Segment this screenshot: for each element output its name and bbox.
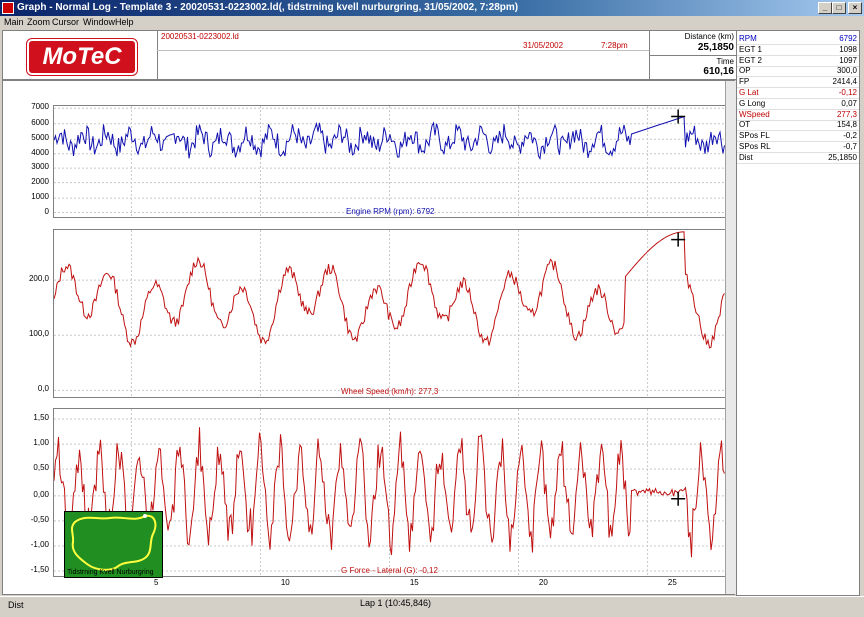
log-header: MoTeC 20020531-0223002.ld 31/05/2002 7:2… [2,30,736,80]
channel-value: 300,0 [836,66,857,76]
channel-name: EGT 2 [739,55,762,65]
channel-value: -0,2 [843,131,857,141]
channel-name: Dist [739,152,753,162]
channel-name: G Lat [739,88,759,97]
y-tick-label: 6000 [31,117,49,127]
channel-value: 1098 [839,44,857,54]
channel-value: -0,12 [838,88,857,97]
y-tick-label: 1,50 [33,413,49,423]
log-filename: 20020531-0223002.ld [161,32,239,41]
title-bar: Graph - Normal Log - Template 3 - 200205… [0,0,864,16]
y-tick-label: 0,0 [37,384,49,394]
y-tick-label: 7000 [31,102,49,112]
distance-label: Distance (km) [684,32,734,41]
log-time: 7:28pm [601,41,628,50]
y-tick-label: 0 [44,206,49,216]
x-axis-label: Lap 1 (10:45,846) [360,598,432,608]
channel-value: 25,1850 [828,152,857,162]
channel-name: SPos RL [739,142,771,151]
x-tick-label: 20 [538,578,548,587]
y-tick-label: 0,00 [33,489,49,499]
channel-value: 1097 [839,55,857,65]
channel-name: OT [739,120,751,130]
rpm-cursor[interactable] [671,109,686,124]
status-bar: Dist Lap 1 (10:45,846) [0,596,864,617]
speed-cursor[interactable] [671,232,686,247]
channel-name: EGT 1 [739,44,762,54]
motec-logo: MoTeC [26,38,138,76]
y-tick-label: 1,00 [33,438,49,448]
window-title: Graph - Normal Log - Template 3 - 200205… [17,2,519,13]
y-tick-label: 5000 [31,133,49,143]
y-tick-label: 2000 [31,176,49,186]
y-tick-label: -1,50 [30,564,49,574]
track-map[interactable]: Tidstrning Kvell Nurburgring [64,511,163,578]
channel-name: SPos FL [739,131,770,141]
channel-table[interactable]: RPM 6792 EGT 1 1098 EGT 2 1097 OP 300,0 FP 2414,4… [736,30,860,596]
channel-row[interactable]: Dist 25,1850 [737,152,859,164]
channel-name: WSpeed [739,109,770,119]
channel-value: 277,3 [836,109,857,119]
distance-value: 25,1850 [697,42,734,53]
menu-help[interactable]: Help [115,17,134,27]
channel-value: 6792 [839,34,857,43]
minimize-button[interactable]: _ [818,2,832,14]
rpm-panel-title: Engine RPM (rpm): 6792 [346,207,435,216]
track-name: Tidstrning Kvell Nurburgring [67,569,154,576]
menu-main[interactable]: Main [4,17,24,27]
maximize-button[interactable]: □ [832,2,846,14]
channel-name: RPM [739,34,757,43]
y-tick-label: 100,0 [28,329,49,339]
car-position-marker [143,514,147,518]
channel-value: -0,7 [843,142,857,151]
channel-value: 2414,4 [832,77,857,87]
speed-panel-title: Wheel Speed (km/h): 277,3 [341,387,439,396]
y-tick-label: 0,50 [33,463,49,473]
rpm-panel[interactable]: Engine RPM (rpm): 6792 [53,105,726,218]
log-date: 31/05/2002 [523,41,564,50]
header-divider [157,50,651,51]
menu-zoom[interactable]: Zoom [27,17,50,27]
y-tick-label: -0,50 [30,514,49,524]
y-tick-label: 3000 [31,162,49,172]
x-axis-unit: Dist [8,600,24,610]
logo-box: MoTeC [3,31,158,79]
menu-bar: Main Zoom Cursor Window Help [0,16,864,30]
time-value: 610,16 [703,66,734,77]
app-icon [2,2,14,14]
readout-divider [650,55,736,56]
y-tick-label: -1,00 [30,539,49,549]
close-button[interactable]: × [848,2,862,14]
cursor-readout: Distance (km) 25,1850 Time 610,16 [649,31,736,79]
channel-name: OP [739,66,751,76]
menu-cursor[interactable]: Cursor [52,17,79,27]
y-tick-label: 4000 [31,147,49,157]
vertical-scrollbar[interactable] [725,81,736,594]
channel-value: 154,8 [836,120,857,130]
y-tick-label: 200,0 [28,274,49,284]
x-tick-label: 10 [280,578,290,587]
channel-name: G Long [739,98,766,108]
time-label: Time [716,57,734,66]
speed-panel[interactable]: Wheel Speed (km/h): 277,3 [53,229,726,398]
x-tick-label: 15 [409,578,419,587]
track-map-shape [70,514,157,571]
x-tick-label: 5 [153,578,159,587]
y-tick-label: 1000 [31,192,49,202]
x-tick-label: 25 [667,578,677,587]
channel-name: FP [739,77,750,87]
menu-window[interactable]: Window [83,17,115,27]
glat-panel-title: G Force - Lateral (G): -0,12 [341,566,438,575]
channel-value: 0,07 [841,98,857,108]
track-outline [70,514,157,571]
